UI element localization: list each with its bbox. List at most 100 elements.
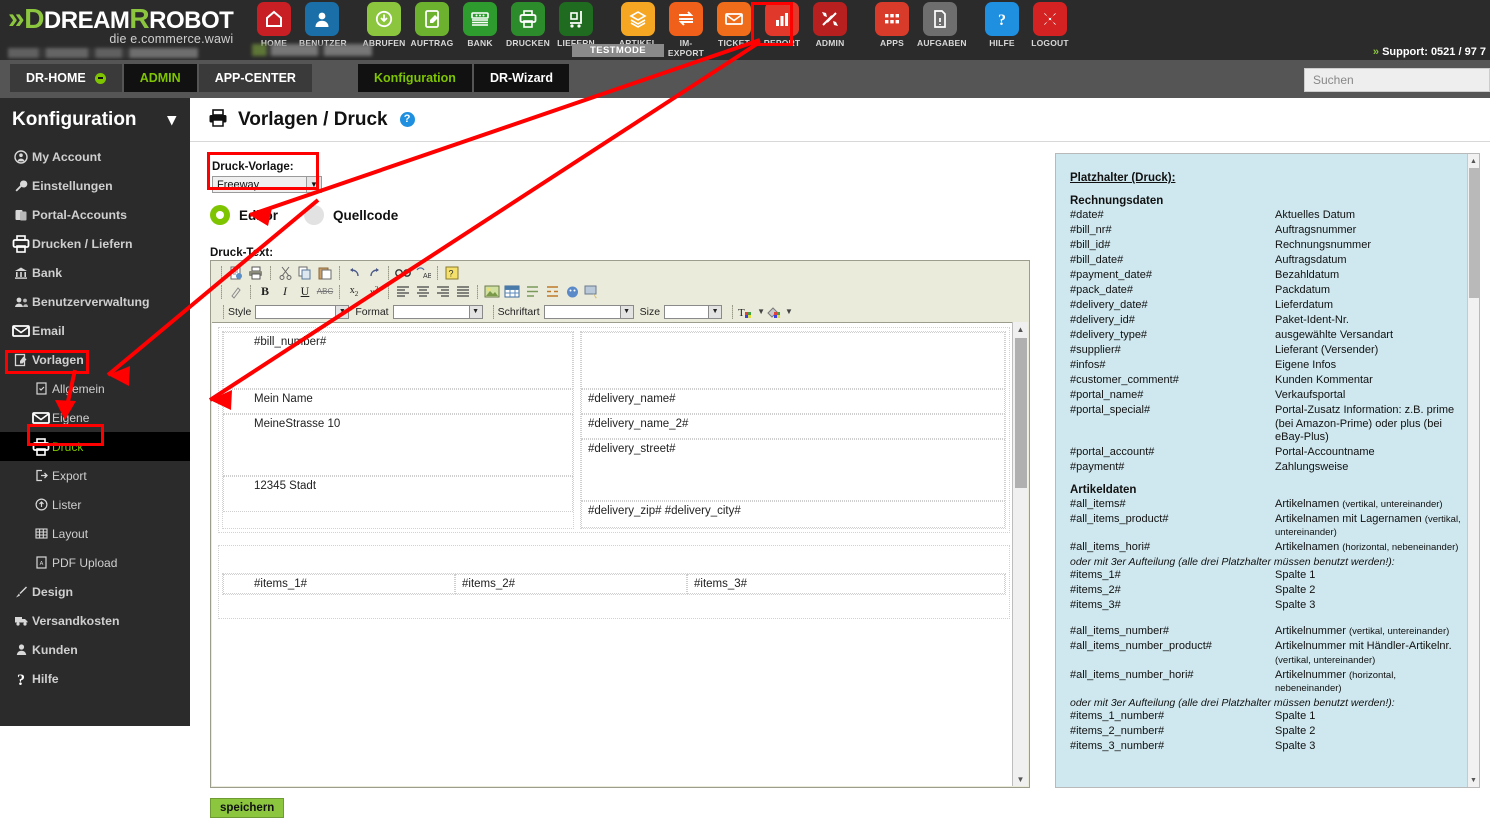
placeholder-key[interactable]: #all_items_hori# (1070, 541, 1275, 555)
placeholder-key[interactable]: #bill_id# (1070, 239, 1275, 253)
toolbar-button-benutzer[interactable]: BENUTZER (299, 2, 347, 48)
toolbar-button-home[interactable]: HOME (251, 2, 297, 48)
scrollbar-thumb[interactable] (1469, 168, 1479, 298)
delivery-name-cell[interactable]: #delivery_name# (581, 389, 1005, 414)
sidebar-item-benutzerverwaltung[interactable]: Benutzerverwaltung (0, 287, 190, 316)
placeholder-key[interactable]: #portal_account# (1070, 446, 1275, 460)
sender-city-cell[interactable]: 12345 Stadt (223, 476, 573, 512)
replace-icon[interactable]: AB (413, 264, 433, 281)
sidebar-item-layout[interactable]: Layout (0, 519, 190, 548)
delivery-empty-cell[interactable] (581, 332, 1005, 389)
placeholder-key[interactable]: #all_items_number_product# (1070, 640, 1275, 667)
placeholder-key[interactable]: #delivery_id# (1070, 314, 1275, 328)
placeholder-key[interactable]: #all_items_product# (1070, 513, 1275, 540)
paste-icon[interactable] (315, 264, 335, 281)
editor-scrollbar[interactable]: ▲ ▼ (1012, 322, 1028, 786)
chevron-down-icon[interactable]: ▼ (785, 307, 793, 316)
scroll-down-arrow-icon[interactable]: ▼ (1468, 773, 1479, 787)
sidebar-item-portal-accounts[interactable]: Portal-Accounts (0, 200, 190, 229)
nav-item-admin[interactable]: ADMIN (123, 64, 197, 92)
placeholder-key[interactable]: #all_items_number_hori# (1070, 669, 1275, 696)
placeholder-key[interactable]: #portal_name# (1070, 389, 1275, 403)
placeholder-key[interactable]: #supplier# (1070, 344, 1275, 358)
chevron-down-icon[interactable]: ▼ (468, 305, 482, 318)
scroll-up-arrow-icon[interactable]: ▲ (1013, 322, 1028, 336)
remove-format-icon[interactable] (226, 283, 246, 300)
sidebar-item-export[interactable]: Export (0, 461, 190, 490)
placeholder-key[interactable]: #items_3# (1070, 599, 1275, 613)
chevron-down-icon[interactable]: ▾ (167, 110, 176, 130)
placeholder-key[interactable]: #items_1_number# (1070, 710, 1275, 724)
placeholder-scrollbar[interactable]: ▲ ▼ (1467, 154, 1479, 787)
placeholder-key[interactable]: #portal_special# (1070, 404, 1275, 445)
chevron-down-icon[interactable]: ▼ (335, 305, 349, 318)
radio-editor[interactable] (210, 205, 230, 225)
sidebar-item-druck[interactable]: Druck (0, 432, 190, 461)
superscript-icon[interactable]: x2 (364, 283, 384, 300)
items-3-cell[interactable]: #items_3# (687, 574, 1005, 594)
rich-text-editor[interactable]: AB ? B I U ABC x2 x2 Style ▼ Format ▼ Sc… (210, 260, 1030, 788)
placeholder-key[interactable]: #date# (1070, 209, 1275, 223)
insert-image-icon[interactable] (482, 283, 502, 300)
toolbar-button-liefern[interactable]: LIEFERN (553, 2, 599, 48)
underline-icon[interactable]: U (295, 283, 315, 300)
text-color-icon[interactable]: T (737, 303, 757, 320)
help-icon[interactable]: ? (399, 112, 415, 127)
chevron-down-icon[interactable]: ▼ (708, 305, 722, 318)
nav-subitem-konfiguration[interactable]: Konfiguration (358, 64, 472, 92)
toolbar-button-auftrag[interactable]: AUFTRAG (409, 2, 455, 48)
format-combo[interactable]: ▼ (392, 304, 483, 319)
sender-street-cell[interactable]: MeineStrasse 10 (223, 414, 573, 476)
editor-canvas[interactable]: #bill_number# Mein Name MeineStrasse 10 … (212, 322, 1028, 786)
scrollbar-thumb[interactable] (1015, 338, 1027, 488)
subscript-icon[interactable]: x2 (344, 283, 364, 300)
sidebar-item-versandkosten[interactable]: Versandkosten (0, 606, 190, 635)
nav-item-app-center[interactable]: APP-CENTER (198, 64, 312, 92)
bill-number-cell[interactable]: #bill_number# (223, 332, 573, 389)
sidebar-header[interactable]: Konfiguration ▾ (0, 98, 190, 142)
align-right-icon[interactable] (433, 283, 453, 300)
toolbar-button-hilfe[interactable]: ? HILFE (979, 2, 1025, 48)
style-combo[interactable]: ▼ (255, 304, 350, 319)
toolbar-button-drucken[interactable]: DRUCKEN (505, 2, 551, 48)
insert-table-icon[interactable] (502, 283, 522, 300)
items-1-cell[interactable]: #items_1# (223, 574, 455, 594)
placeholder-key[interactable]: #pack_date# (1070, 284, 1275, 298)
placeholder-key[interactable]: #infos# (1070, 359, 1275, 373)
placeholder-key[interactable]: #items_1# (1070, 569, 1275, 583)
save-button[interactable]: speichern (210, 798, 285, 818)
scroll-down-arrow-icon[interactable]: ▼ (1013, 772, 1028, 786)
new-page-icon[interactable] (226, 264, 246, 281)
sidebar-item-einstellungen[interactable]: Einstellungen (0, 171, 190, 200)
smiley-icon[interactable] (562, 283, 582, 300)
placeholder-key[interactable]: #delivery_type# (1070, 329, 1275, 343)
placeholder-key[interactable]: #payment_date# (1070, 269, 1275, 283)
align-justify-icon[interactable] (453, 283, 473, 300)
placeholder-key[interactable]: #items_2# (1070, 584, 1275, 598)
brand-logo[interactable]: »DDREAMRROBOT die e.commerce.wawi (8, 4, 234, 58)
font-combo[interactable]: ▼ (543, 304, 634, 319)
undo-icon[interactable] (344, 264, 364, 281)
placeholder-key[interactable]: #all_items_number# (1070, 625, 1275, 639)
chevron-down-icon[interactable]: ▼ (619, 305, 633, 318)
sidebar-item-pdf-upload[interactable]: A PDF Upload (0, 548, 190, 577)
scroll-up-arrow-icon[interactable]: ▲ (1468, 154, 1479, 168)
toolbar-button-bank[interactable]: BANK (457, 2, 503, 48)
radio-quellcode[interactable] (304, 205, 324, 225)
toolbar-button-ticket[interactable]: TICKET (711, 2, 757, 58)
spellcheck-icon[interactable]: ? (442, 264, 462, 281)
insert-hr-icon[interactable] (522, 283, 542, 300)
placeholder-key[interactable]: #all_items# (1070, 498, 1275, 512)
chevron-down-icon[interactable]: ▼ (306, 177, 321, 192)
sidebar-item-eigene[interactable]: Eigene (0, 403, 190, 432)
delivery-zip-city-cell[interactable]: #delivery_zip# #delivery_city# (581, 501, 1005, 528)
sidebar-item-lister[interactable]: Lister (0, 490, 190, 519)
sidebar-item-design[interactable]: Design (0, 577, 190, 606)
size-combo[interactable]: ▼ (664, 304, 723, 319)
redo-icon[interactable] (364, 264, 384, 281)
cut-icon[interactable] (275, 264, 295, 281)
bg-color-icon[interactable] (765, 303, 785, 320)
toolbar-button-abrufen[interactable]: ABRUFEN (361, 2, 407, 48)
select-all-icon[interactable] (582, 283, 602, 300)
copy-icon[interactable] (295, 264, 315, 281)
